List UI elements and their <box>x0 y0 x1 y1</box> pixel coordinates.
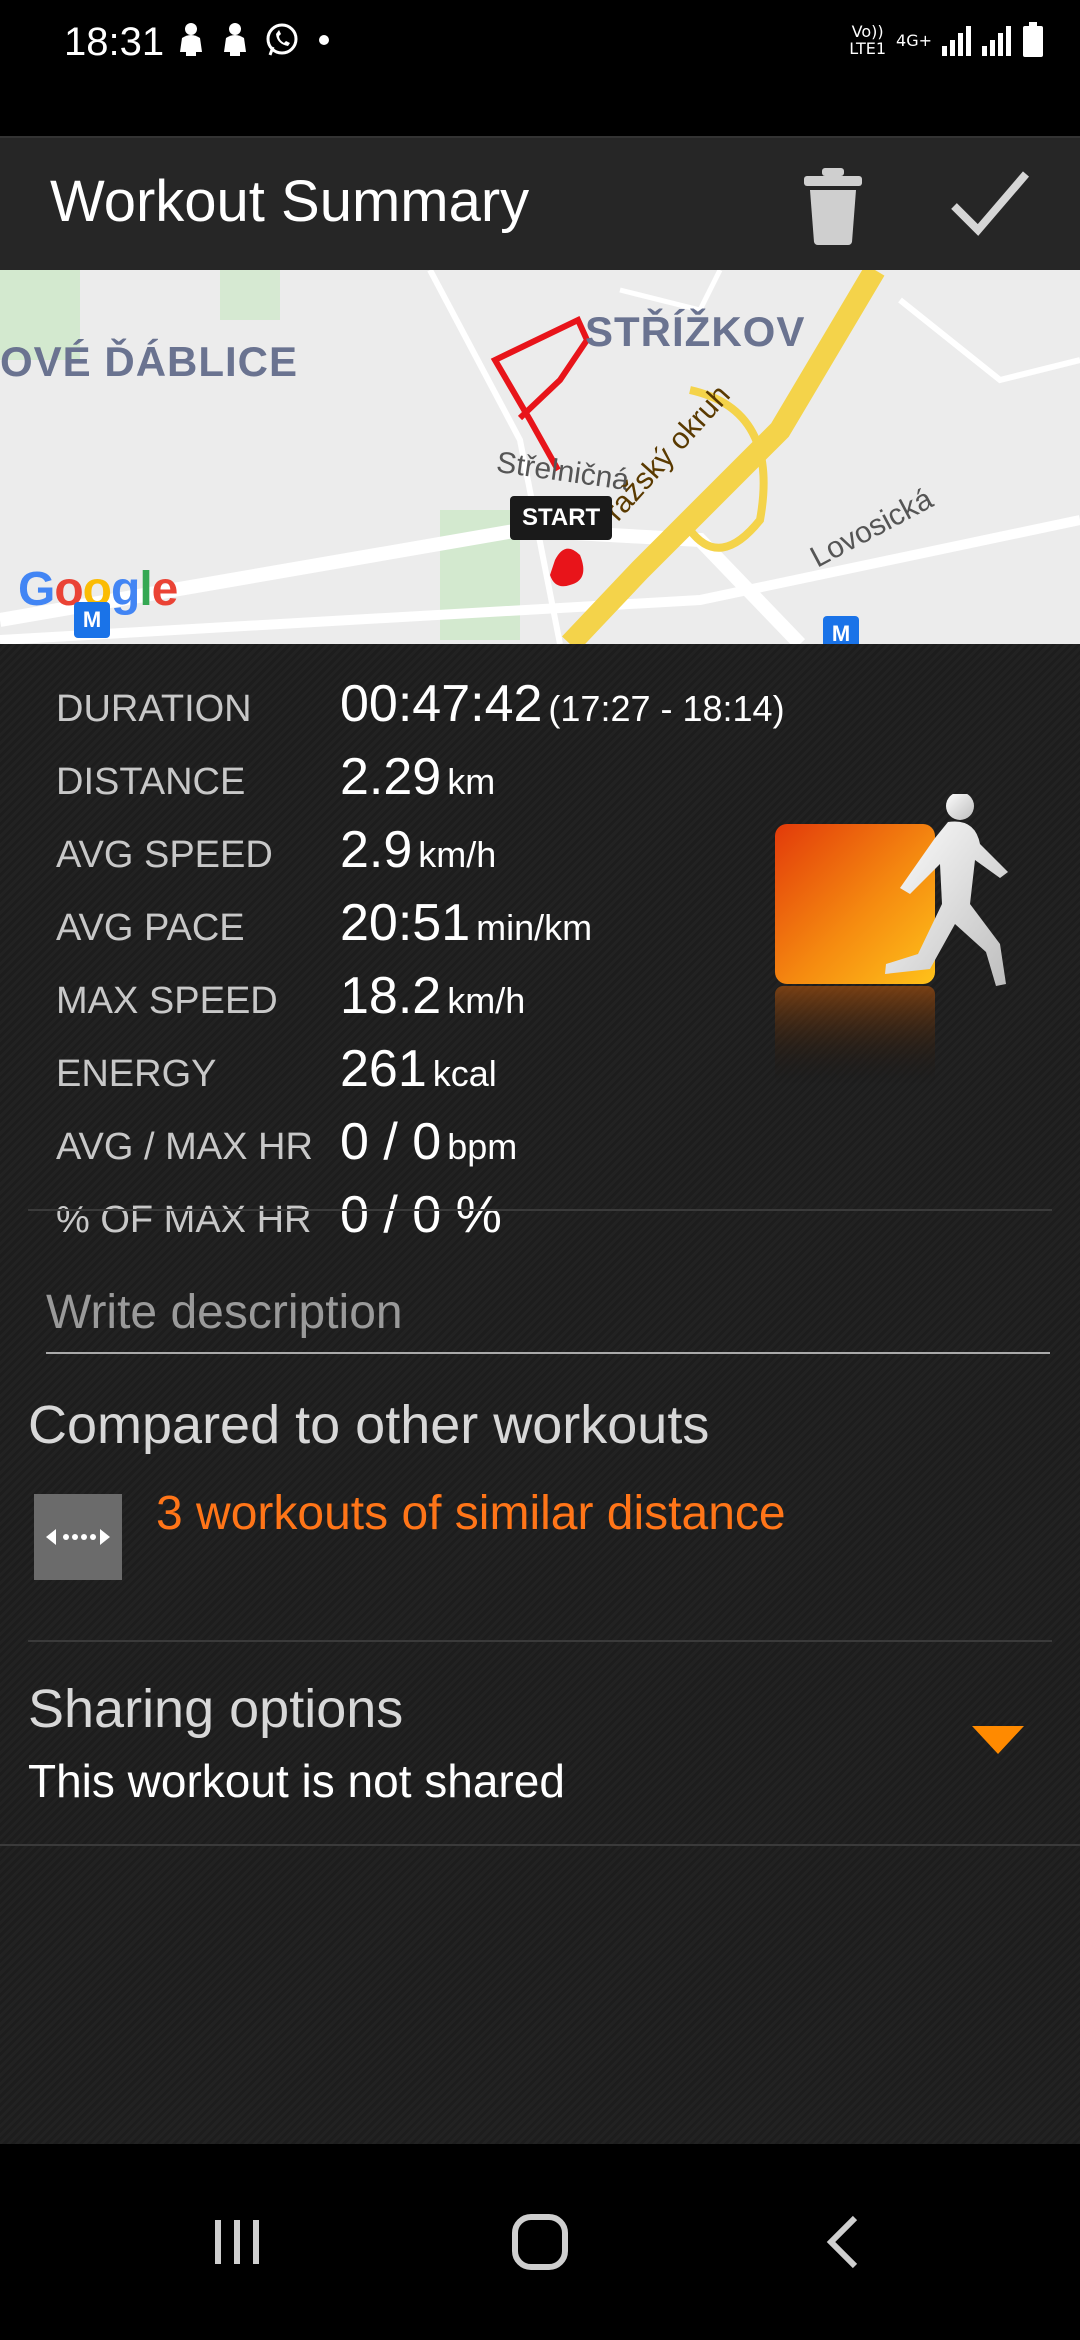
home-icon <box>512 2214 568 2270</box>
stat-row-duration: DURATION 00:47:42 (17:27 - 18:14) <box>56 675 785 733</box>
status-bar: 18:31 Vo)) LTE1 4G+ <box>0 0 1080 136</box>
compare-section-title: Compared to other workouts <box>28 1395 710 1455</box>
stat-row-avg-pace: AVG PACE 20:51 min/km <box>56 894 593 952</box>
notification-icons <box>176 22 334 58</box>
divider <box>0 1844 1080 1846</box>
stat-row-hr-percent: % OF MAX HR 0 / 0 % <box>56 1186 502 1244</box>
system-nav-bar <box>0 2144 1080 2340</box>
trash-icon <box>804 168 862 245</box>
stat-row-max-speed: MAX SPEED 18.2 km/h <box>56 967 526 1025</box>
status-time: 18:31 <box>64 20 165 64</box>
battery-icon <box>1023 22 1043 57</box>
network-indicator: Vo)) LTE1 <box>849 22 887 58</box>
delete-button[interactable] <box>800 166 866 246</box>
confirm-button[interactable] <box>950 168 1030 238</box>
divider <box>28 1209 1052 1211</box>
map-area-label: STŘÍŽKOV <box>585 308 806 355</box>
dropdown-triangle-icon[interactable] <box>970 1724 1026 1756</box>
whatsapp-icon <box>266 23 298 56</box>
page-title: Workout Summary <box>50 169 530 234</box>
similar-workouts-link[interactable]: 3 workouts of similar distance <box>156 1486 786 1541</box>
route-map[interactable]: OVÉ ĎÁBLICE STŘÍŽKOV Střelničná Pražský … <box>0 270 1080 644</box>
sharing-status: This workout is not shared <box>28 1755 565 1807</box>
workout-summary-content: DURATION 00:47:42 (17:27 - 18:14) DISTANC… <box>0 644 1080 2144</box>
stat-row-distance: DISTANCE 2.29 km <box>56 748 496 806</box>
stat-row-energy: ENERGY 261 kcal <box>56 1040 497 1098</box>
network-gen: 4G+ <box>896 30 932 50</box>
metro-icon: M <box>823 616 859 644</box>
notification-icon <box>224 23 246 56</box>
recents-button[interactable] <box>192 2202 282 2282</box>
compare-icon-box[interactable] <box>34 1494 122 1580</box>
check-icon <box>951 171 1030 236</box>
start-marker: START <box>510 496 613 540</box>
app-bar: Workout Summary <box>0 136 1080 270</box>
stat-row-hr: AVG / MAX HR 0 / 0 bpm <box>56 1113 518 1171</box>
description-input[interactable] <box>46 1272 1050 1354</box>
signal-icon <box>942 26 971 56</box>
distance-arrows-icon <box>46 1529 110 1545</box>
notification-icon <box>180 23 202 56</box>
sharing-section-title[interactable]: Sharing options <box>28 1678 403 1740</box>
back-button[interactable] <box>798 2202 888 2282</box>
divider <box>28 1640 1052 1642</box>
signal-icon <box>982 26 1011 56</box>
status-right: Vo)) LTE1 4G+ <box>849 22 1044 58</box>
stat-row-avg-speed: AVG SPEED 2.9 km/h <box>56 821 497 879</box>
back-icon <box>826 2215 858 2269</box>
dot-icon <box>319 35 329 45</box>
map-area-label: OVÉ ĎÁBLICE <box>0 338 299 385</box>
metro-icon: M <box>74 602 110 638</box>
home-button[interactable] <box>495 2202 585 2282</box>
recents-icon <box>215 2220 259 2264</box>
sport-walking-icon <box>775 794 1008 1086</box>
